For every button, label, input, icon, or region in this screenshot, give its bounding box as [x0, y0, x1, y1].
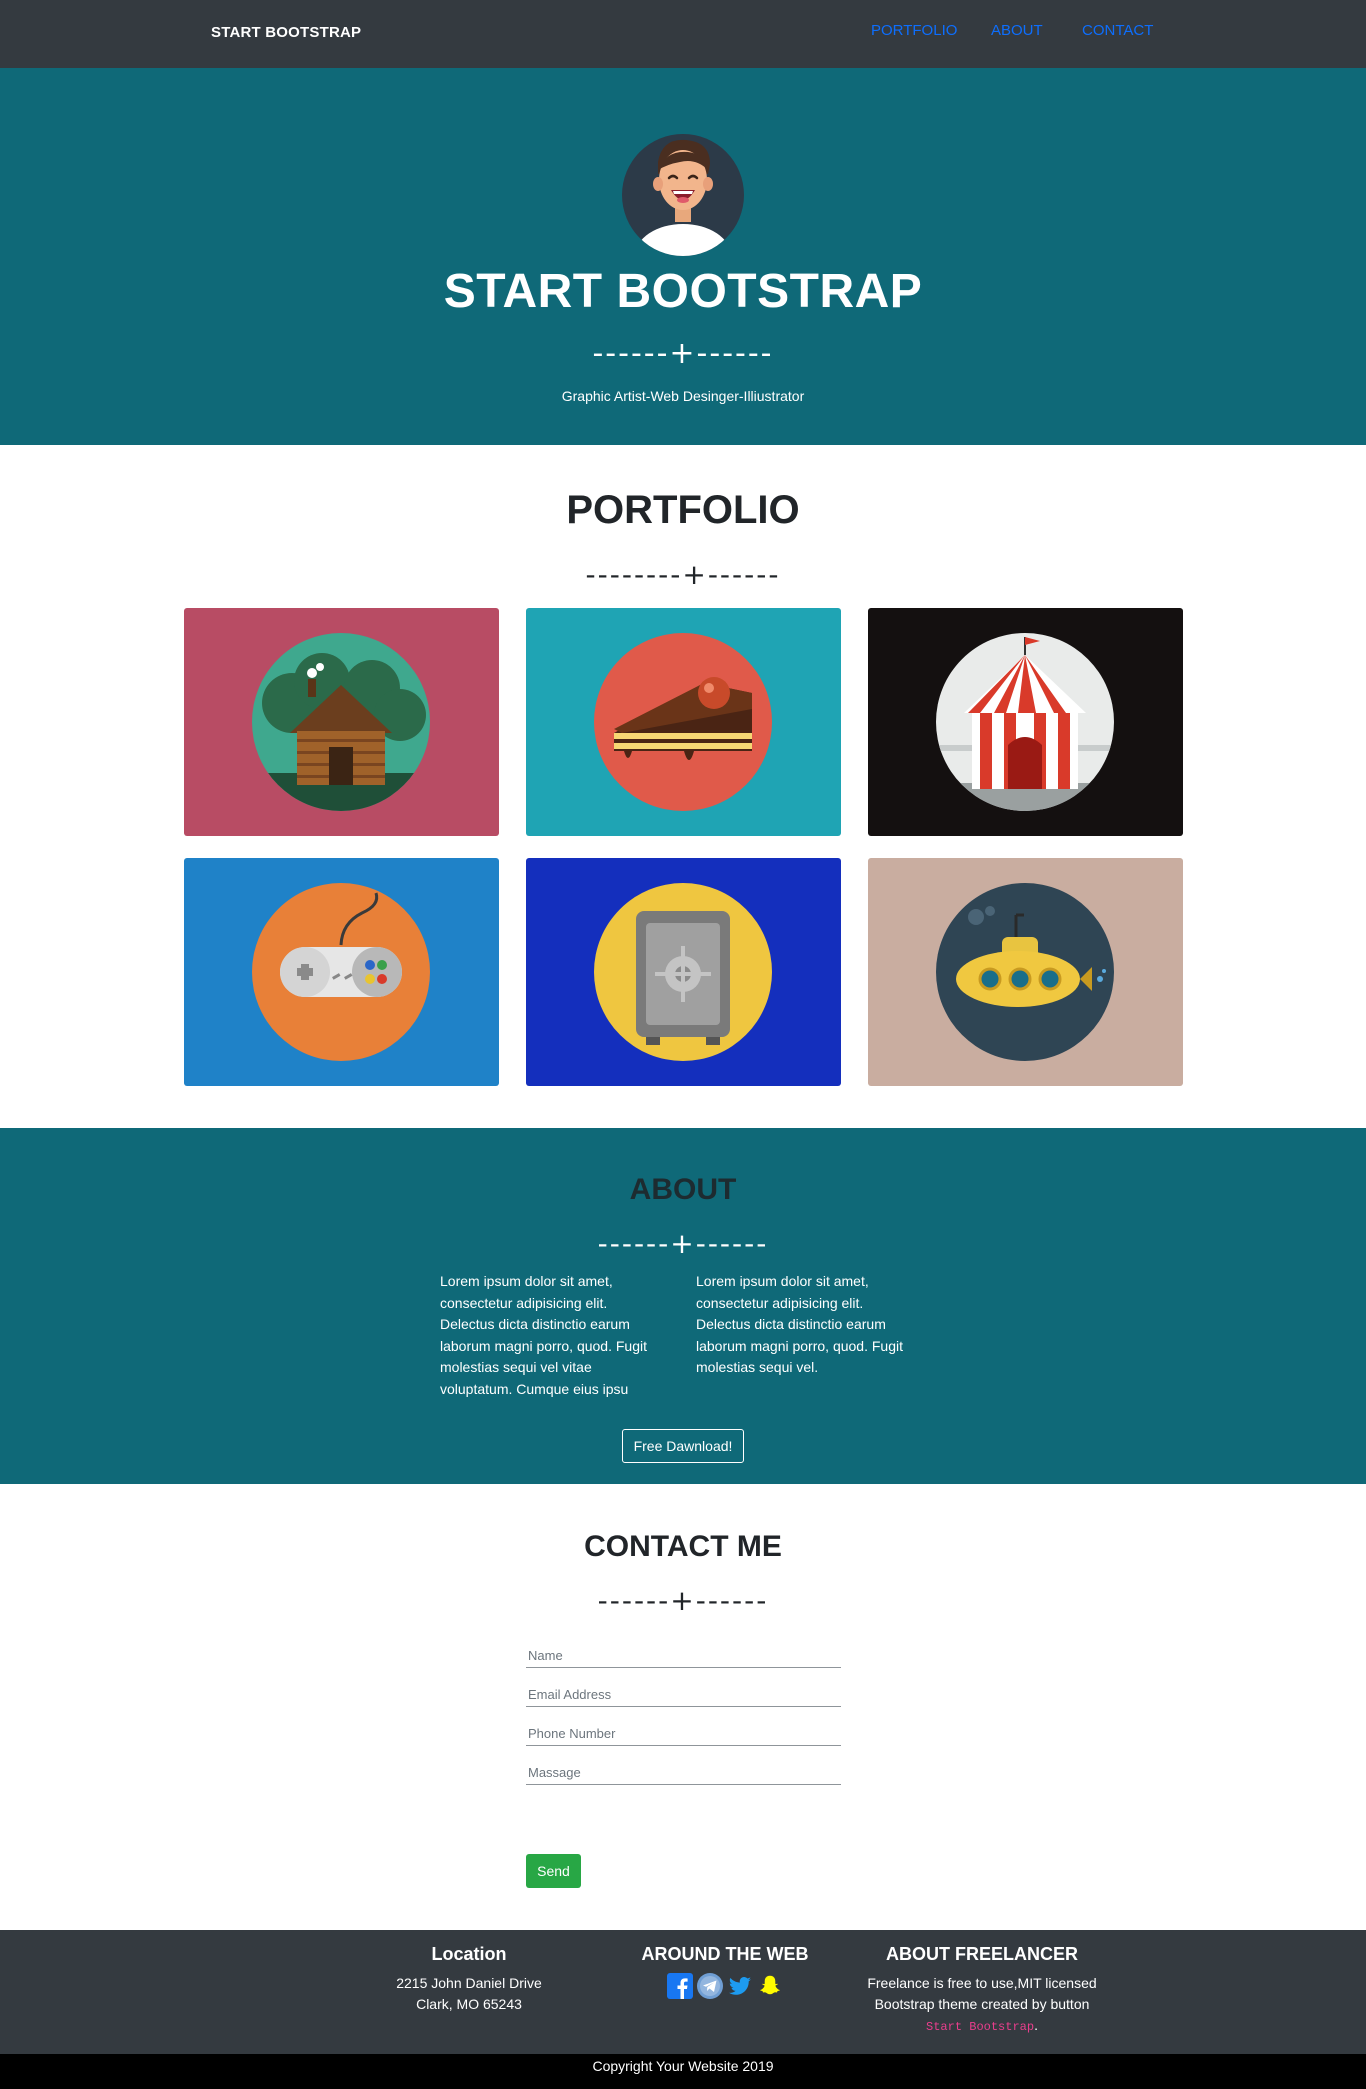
nav-link-portfolio[interactable]: PORTFOLIO: [871, 22, 957, 39]
footer-about-line3: Start Bootstrap.: [862, 2015, 1102, 2038]
contact-divider: ------+------: [597, 1584, 769, 1617]
snapchat-icon[interactable]: [757, 1973, 783, 1999]
email-field[interactable]: [526, 1683, 841, 1707]
contact-section: CONTACT ME ------+------ Send: [0, 1484, 1366, 1930]
message-field[interactable]: [526, 1761, 841, 1785]
footer-around-the-web: AROUND THE WEB: [625, 1944, 825, 1999]
about-text-right: Lorem ipsum dolor sit amet, consectetur …: [696, 1273, 903, 1375]
navbar: START BOOTSTRAP PORTFOLIO ABOUT CONTACT: [0, 0, 1366, 68]
copyright-bar: Copyright Your Website 2019: [0, 2054, 1366, 2089]
hero-subtitle: Graphic Artist-Web Desinger-Illiustrator: [561, 388, 805, 404]
about-section: ABOUT ------+------ Lorem ipsum dolor si…: [0, 1128, 1366, 1484]
footer-location-heading: Location: [431, 1944, 507, 1964]
portfolio-section: PORTFOLIO --------+------: [0, 445, 1366, 1113]
footer-web-heading: AROUND THE WEB: [641, 1944, 809, 1964]
cabin-icon: [252, 633, 430, 811]
about-text-left: Lorem ipsum dolor sit amet, consectetur …: [440, 1273, 647, 1397]
name-field[interactable]: [526, 1644, 841, 1668]
hero-divider: ------+------: [592, 336, 774, 371]
about-title: ABOUT: [629, 1173, 737, 1206]
cake-icon: [594, 633, 772, 811]
facebook-icon[interactable]: [667, 1973, 693, 1999]
twitter-icon[interactable]: [727, 1973, 753, 1999]
footer-about-line2: Bootstrap theme created by button: [874, 1996, 1090, 2012]
portfolio-item-cake[interactable]: [526, 608, 841, 836]
footer-address-line1: 2215 John Daniel Drive: [396, 1975, 542, 1991]
footer-about-heading: ABOUT FREELANCER: [886, 1944, 1078, 1964]
telegram-icon[interactable]: [697, 1973, 723, 1999]
footer: Location 2215 John Daniel Drive Clark, M…: [0, 1930, 1366, 2054]
game-controller-icon: [252, 883, 430, 1061]
brand-link[interactable]: START BOOTSTRAP: [211, 24, 361, 41]
portfolio-item-safe[interactable]: [526, 858, 841, 1086]
portfolio-item-cabin[interactable]: [184, 608, 499, 836]
footer-about-freelancer: ABOUT FREELANCER Freelance is free to us…: [862, 1944, 1102, 2038]
footer-about-line1: Freelance is free to use,MIT licensed: [867, 1975, 1097, 1991]
footer-period: .: [1034, 2017, 1038, 2033]
portfolio-item-game-controller[interactable]: [184, 858, 499, 1086]
about-divider: ------+------: [597, 1227, 769, 1260]
hero-title: START BOOTSTRAP: [443, 265, 923, 318]
footer-address-line2: Clark, MO 65243: [416, 1996, 522, 2012]
start-bootstrap-code[interactable]: Start Bootstrap: [926, 2020, 1034, 2034]
free-download-button[interactable]: Free Dawnload!: [622, 1429, 744, 1463]
safe-icon: [594, 883, 772, 1061]
social-icons: [625, 1973, 825, 1999]
hero-section: START BOOTSTRAP ------+------ Graphic Ar…: [0, 68, 1366, 445]
contact-title: CONTACT ME: [584, 1530, 782, 1563]
portfolio-item-submarine[interactable]: [868, 858, 1183, 1086]
nav-link-about[interactable]: ABOUT: [991, 22, 1043, 39]
portfolio-divider: --------+------: [585, 558, 781, 591]
portfolio-item-circus-tent[interactable]: [868, 608, 1183, 836]
nav-link-contact[interactable]: CONTACT: [1082, 22, 1153, 39]
send-button[interactable]: Send: [526, 1854, 581, 1888]
submarine-icon: [936, 883, 1114, 1061]
footer-location: Location 2215 John Daniel Drive Clark, M…: [369, 1944, 569, 2015]
portfolio-title: PORTFOLIO: [566, 488, 800, 532]
circus-tent-icon: [936, 633, 1114, 811]
avatar: [622, 134, 744, 256]
phone-field[interactable]: [526, 1722, 841, 1746]
